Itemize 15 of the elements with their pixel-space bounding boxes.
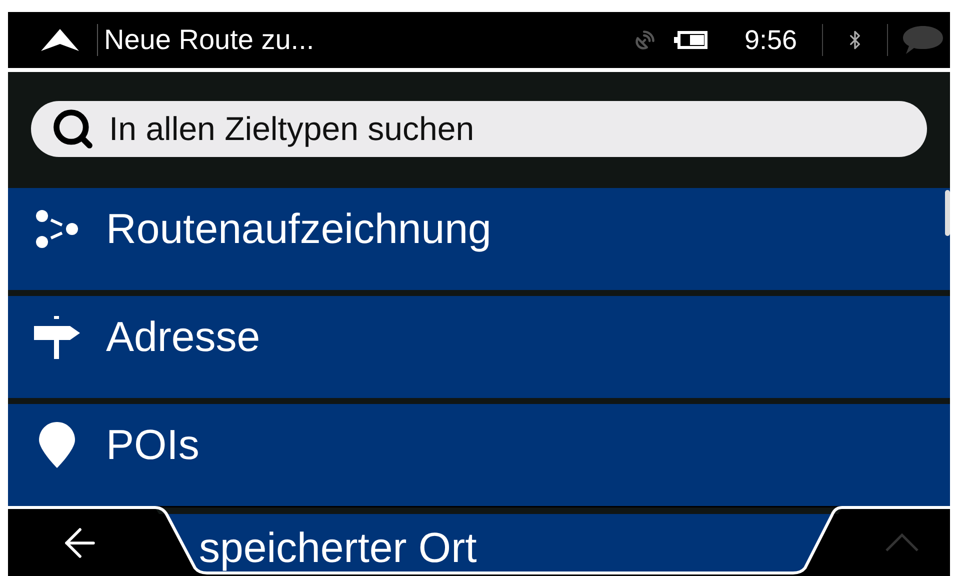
navigation-arrow-icon[interactable] [41,29,79,51]
battery-icon [674,31,708,49]
destination-list-item[interactable]: Routenaufzeichnung [8,188,950,290]
scrollbar [945,190,950,236]
map-pin-icon [39,422,75,468]
connected-dots-icon [35,209,79,249]
signpost-icon [34,314,80,360]
satellite-icon [634,29,656,51]
destination-list-item[interactable]: speicherter Ort [155,506,842,576]
search-field[interactable]: In allen Zieltypen suchen [31,101,927,157]
destination-list-item[interactable]: Adresse [8,296,950,398]
destination-list-item[interactable]: POIs [8,404,950,506]
clock-time: 9:56 [744,24,797,57]
search-icon [51,107,95,151]
window-title: Neue Route zu... [104,23,314,57]
